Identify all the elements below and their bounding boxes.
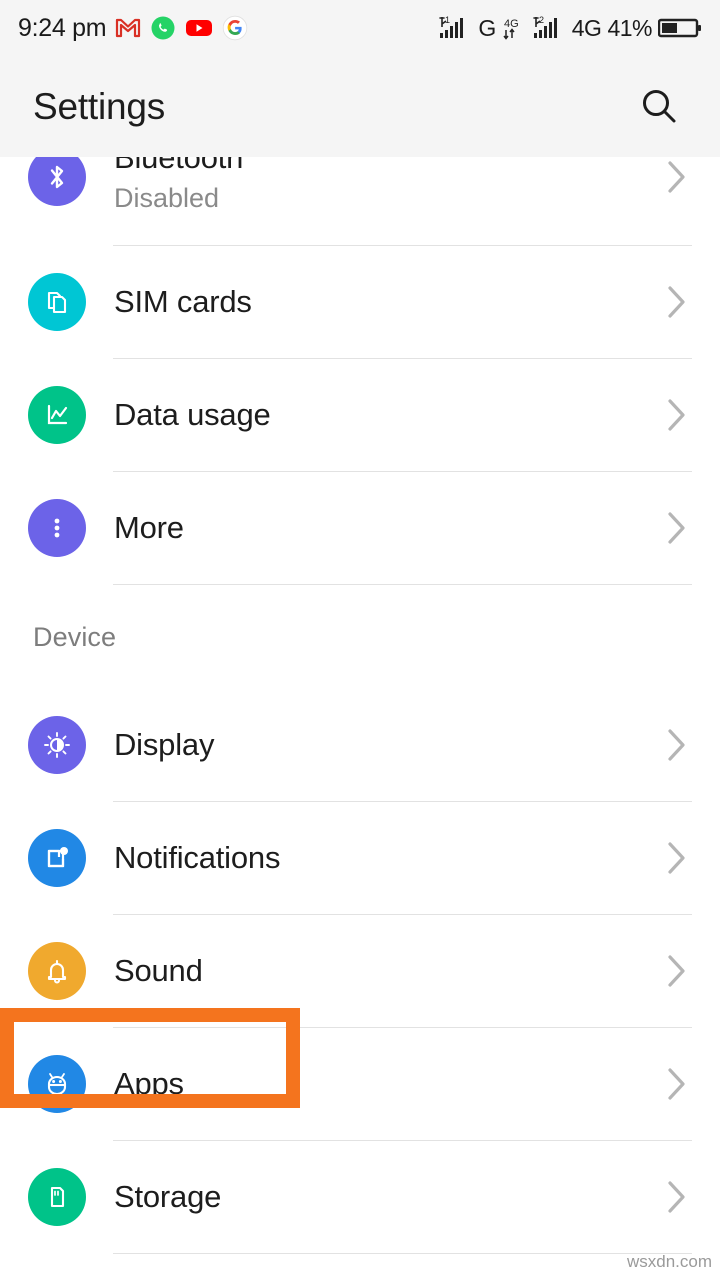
svg-text:1: 1 xyxy=(445,15,450,25)
battery-icon xyxy=(658,16,702,40)
whatsapp-icon xyxy=(150,15,176,41)
chevron-right-icon xyxy=(664,1175,690,1219)
android-robot-icon xyxy=(28,1055,86,1113)
list-item-bluetooth[interactable]: Bluetooth Disabled xyxy=(0,157,720,245)
app-bar: Settings xyxy=(0,56,720,157)
chevron-right-icon xyxy=(664,1062,690,1106)
svg-text:2: 2 xyxy=(539,15,544,25)
data-usage-chart-icon xyxy=(28,386,86,444)
page-title: Settings xyxy=(33,85,166,127)
section-header-label: Device xyxy=(33,621,117,652)
settings-screen: 9:24 pm 1 G 4G 2 4G 41% Settings Bluetoo… xyxy=(0,0,720,1280)
list-item-battery[interactable]: Battery xyxy=(0,1254,720,1280)
list-item-label: Display xyxy=(114,727,215,762)
status-bar-right: 1 G 4G 2 4G 41% xyxy=(438,15,702,42)
list-item-data-usage[interactable]: Data usage xyxy=(0,359,720,471)
chevron-right-icon xyxy=(664,157,690,199)
bluetooth-icon xyxy=(28,157,86,206)
list-item-storage[interactable]: Storage xyxy=(0,1141,720,1253)
list-item-label: Notifications xyxy=(114,840,281,875)
more-vertical-dots-icon xyxy=(28,499,86,557)
search-icon xyxy=(637,85,681,129)
status-bar-clock: 9:24 pm xyxy=(18,13,107,42)
list-item-notifications[interactable]: Notifications xyxy=(0,802,720,914)
battery-percent-label: 41% xyxy=(607,14,652,41)
sd-card-icon xyxy=(28,1168,86,1226)
network-type-sim2-label: 4G xyxy=(571,14,602,41)
google-icon xyxy=(222,15,248,41)
list-item-sim-cards[interactable]: SIM cards xyxy=(0,246,720,358)
list-item-label: Storage xyxy=(114,1179,222,1214)
list-item-apps[interactable]: Apps xyxy=(0,1028,720,1140)
list-item-label: Data usage xyxy=(114,397,271,432)
chevron-right-icon xyxy=(664,280,690,324)
bell-icon xyxy=(28,942,86,1000)
network-type-sim1-label: G xyxy=(478,14,496,41)
status-bar: 9:24 pm 1 G 4G 2 4G 41% xyxy=(0,0,720,56)
notifications-icon xyxy=(28,829,86,887)
youtube-icon xyxy=(185,18,213,38)
list-item-sublabel: Disabled xyxy=(114,183,220,213)
list-item-label: More xyxy=(114,510,184,545)
settings-list[interactable]: Bluetooth Disabled SIM cards Data usage … xyxy=(0,157,720,1280)
svg-text:4G: 4G xyxy=(504,18,519,30)
chevron-right-icon xyxy=(664,723,690,767)
list-item-more[interactable]: More xyxy=(0,472,720,584)
signal-bars-sim2-icon: 2 xyxy=(532,15,566,41)
search-button[interactable] xyxy=(631,79,687,135)
chevron-right-icon xyxy=(664,393,690,437)
sim-card-icon xyxy=(28,273,86,331)
list-item-label: Bluetooth xyxy=(114,157,244,175)
brightness-icon xyxy=(28,716,86,774)
list-item-sound[interactable]: Sound xyxy=(0,915,720,1027)
chevron-right-icon xyxy=(664,506,690,550)
section-header-device: Device xyxy=(0,585,720,689)
chevron-right-icon xyxy=(664,836,690,880)
list-item-display[interactable]: Display xyxy=(0,689,720,801)
list-item-label: SIM cards xyxy=(114,284,252,319)
chevron-right-icon xyxy=(664,949,690,993)
signal-bars-sim1-icon: 1 xyxy=(438,15,472,41)
watermark: wsxdn.com xyxy=(626,1252,712,1271)
list-item-label: Apps xyxy=(114,1066,184,1101)
data-transfer-4g-icon: 4G xyxy=(502,15,526,41)
list-item-label: Sound xyxy=(114,953,203,988)
status-bar-left: 9:24 pm xyxy=(18,14,248,43)
gmail-icon xyxy=(115,17,141,39)
